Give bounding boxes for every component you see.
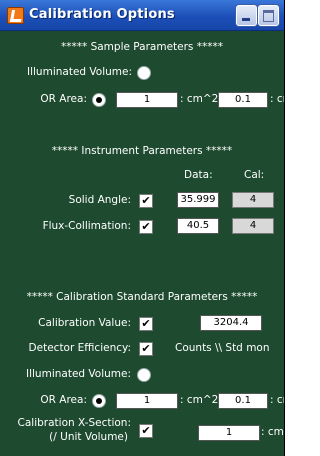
sample-illuminated-volume-radio[interactable] [137, 66, 151, 80]
xsection-label: Calibration X-Section: [17, 417, 131, 429]
flux-collimation-cal-value: 4 [232, 218, 274, 234]
standard-illuminated-volume-radio[interactable] [137, 368, 151, 382]
flux-collimation-label: Flux-Collimation: [42, 220, 131, 232]
detector-efficiency-text: Counts \\ Std mon [175, 342, 270, 354]
sample-illuminated-volume-label: Illuminated Volume: [27, 66, 132, 78]
xsection-unit: : cm^-1 [261, 426, 284, 438]
standard-or-area-label: OR Area: [40, 394, 87, 406]
xsection-sublabel: (/ Unit Volume) [49, 431, 128, 443]
solid-angle-cal-value: 4 [232, 192, 274, 208]
minimize-button[interactable] [236, 5, 257, 26]
app-icon [7, 7, 24, 24]
standard-thickness-input[interactable]: 0.1 [218, 393, 268, 409]
data-column-header: Data: [184, 169, 213, 181]
flux-collimation-checkbox[interactable]: ✔ [139, 220, 153, 234]
maximize-button[interactable] [258, 5, 279, 26]
xsection-checkbox[interactable]: ✔ [139, 424, 153, 438]
calibration-standard-header: ***** Calibration Standard Parameters **… [26, 291, 258, 303]
solid-angle-checkbox[interactable]: ✔ [139, 194, 153, 208]
calibration-value-input[interactable]: 3204.4 [200, 315, 262, 331]
sample-area-unit: : cm^2 [180, 93, 219, 105]
solid-angle-label: Solid Angle: [68, 194, 131, 206]
instrument-parameters-header: ***** Instrument Parameters ***** [51, 145, 233, 157]
cal-column-header: Cal: [244, 169, 265, 181]
sample-thickness-input[interactable]: 0.1 [218, 92, 268, 108]
sample-parameters-header: ***** Sample Parameters ***** [61, 41, 223, 53]
solid-angle-data-input[interactable]: 35.999 [177, 192, 219, 208]
standard-area-input[interactable]: 1 [116, 393, 178, 409]
standard-or-area-radio[interactable] [92, 394, 106, 408]
detector-efficiency-checkbox[interactable]: ✔ [139, 342, 153, 356]
flux-collimation-data-input[interactable]: 40.5 [177, 218, 219, 234]
detector-efficiency-label: Detector Efficiency: [28, 342, 131, 354]
standard-thickness-unit: : cm [270, 394, 284, 406]
options-panel: ***** Sample Parameters ***** Illuminate… [0, 31, 284, 456]
calibration-options-window: Calibration Options ***** Sample Paramet… [0, 0, 285, 456]
title-bar[interactable]: Calibration Options [0, 0, 284, 31]
calibration-value-checkbox[interactable]: ✔ [139, 317, 153, 331]
xsection-input[interactable]: 1 [198, 425, 260, 441]
sample-thickness-unit: : cm [270, 93, 284, 105]
sample-area-input[interactable]: 1 [116, 92, 178, 108]
standard-illuminated-volume-label: Illuminated Volume: [26, 368, 131, 380]
window-title: Calibration Options [29, 7, 175, 22]
standard-area-unit: : cm^2 [180, 394, 219, 406]
calibration-value-label: Calibration Value: [38, 317, 131, 329]
sample-or-area-label: OR Area: [40, 93, 87, 105]
sample-or-area-radio[interactable] [92, 93, 106, 107]
